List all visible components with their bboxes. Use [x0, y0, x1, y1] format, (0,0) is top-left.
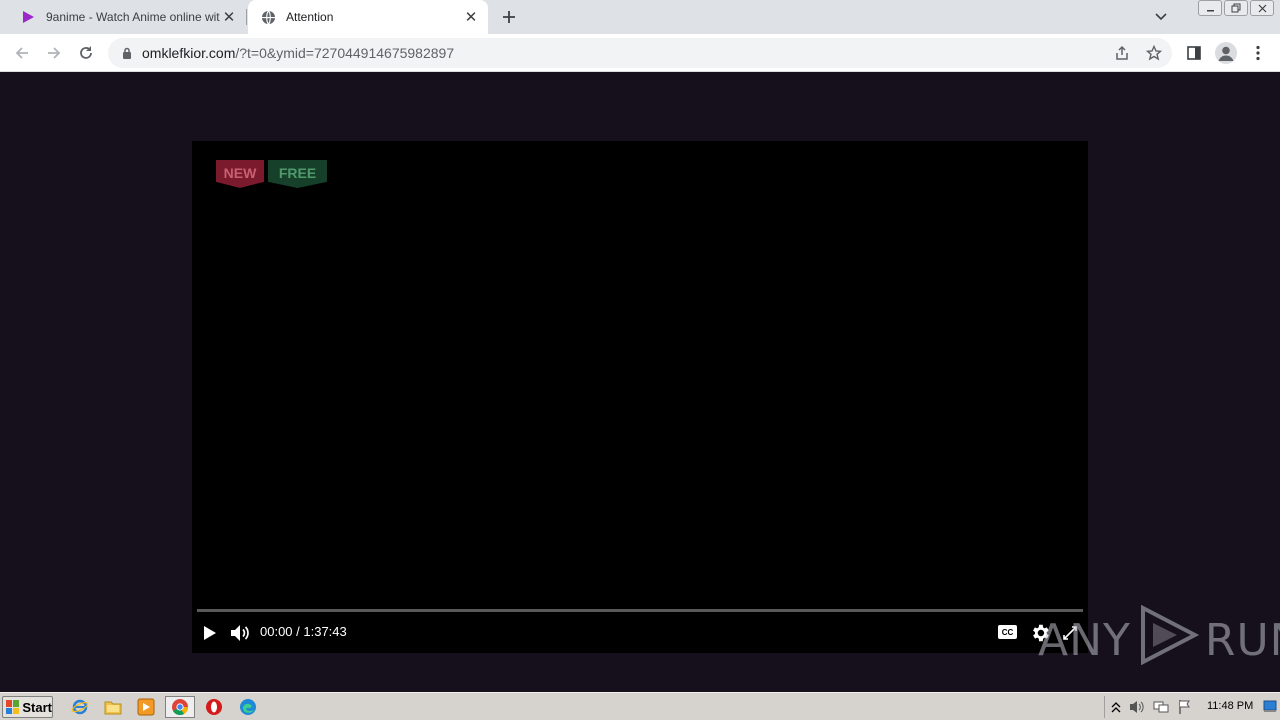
- progress-bar[interactable]: [197, 609, 1083, 612]
- reload-icon[interactable]: [72, 39, 100, 67]
- opera-icon[interactable]: [202, 696, 226, 718]
- browser-toolbar: omklefkior.com/?t=0&ymid=727044914675982…: [0, 34, 1280, 72]
- tab-title: Attention: [286, 10, 334, 24]
- watermark-play-icon: [1137, 604, 1200, 676]
- play-icon[interactable]: [200, 621, 220, 645]
- bookmark-star-icon[interactable]: [1143, 42, 1165, 64]
- video-player[interactable]: NEW FREE 00:00 / 1:37:43 CC: [192, 141, 1088, 653]
- action-center-flag-icon[interactable]: [1177, 699, 1193, 720]
- side-panel-icon[interactable]: [1180, 39, 1208, 67]
- tab-separator: [246, 9, 247, 25]
- play-triangle-icon: [20, 9, 36, 25]
- player-controls: 00:00 / 1:37:43 CC: [192, 617, 1088, 647]
- captions-cc-button[interactable]: CC: [998, 625, 1017, 639]
- speaker-icon[interactable]: [1129, 699, 1145, 720]
- badge-free[interactable]: FREE: [268, 160, 327, 188]
- internet-explorer-icon[interactable]: [68, 696, 92, 718]
- start-label: Start: [22, 699, 52, 715]
- tab-strip: 9anime - Watch Anime online with DUB ✕ A…: [0, 0, 1280, 34]
- time-display: 00:00 / 1:37:43: [260, 624, 347, 639]
- window-close-icon[interactable]: [1250, 0, 1274, 16]
- globe-icon: [260, 9, 276, 25]
- share-icon[interactable]: [1111, 42, 1133, 64]
- file-explorer-icon[interactable]: [101, 696, 125, 718]
- edge-icon[interactable]: [236, 696, 260, 718]
- tab-9anime[interactable]: 9anime - Watch Anime online with DUB ✕: [8, 0, 246, 34]
- promo-badges: NEW FREE: [216, 160, 327, 188]
- profile-avatar-icon[interactable]: [1212, 39, 1240, 67]
- url-path: /?t=0&ymid=727044914675982897: [235, 45, 455, 61]
- close-icon[interactable]: ✕: [462, 8, 480, 26]
- watermark-right: RUN: [1204, 614, 1280, 666]
- network-icon[interactable]: [1153, 699, 1169, 720]
- minimize-icon[interactable]: [1198, 0, 1222, 16]
- media-player-icon[interactable]: [134, 696, 158, 718]
- tray-expand-icon[interactable]: [1111, 700, 1121, 718]
- badge-new[interactable]: NEW: [216, 160, 264, 188]
- anyrun-watermark: ANY RUN: [1038, 604, 1280, 672]
- watermark-left: ANY: [1038, 614, 1131, 666]
- show-desktop-icon[interactable]: [1263, 699, 1277, 718]
- tab-title: 9anime - Watch Anime online with DUB: [46, 10, 220, 24]
- lock-icon[interactable]: [120, 46, 134, 60]
- system-tray: 11:48 PM: [1104, 696, 1278, 718]
- restore-icon[interactable]: [1224, 0, 1248, 16]
- kebab-menu-icon[interactable]: [1244, 39, 1272, 67]
- volume-icon[interactable]: [229, 621, 251, 645]
- windows-logo-icon: [6, 700, 20, 714]
- windows-taskbar: Start 11:48 PM: [0, 692, 1280, 720]
- chrome-taskbar-icon[interactable]: [165, 696, 195, 718]
- tab-search-chevron-icon[interactable]: [1150, 7, 1172, 27]
- page-content: NEW FREE 00:00 / 1:37:43 CC: [0, 72, 1280, 692]
- clock[interactable]: 11:48 PM: [1207, 700, 1253, 712]
- avatar: [1215, 42, 1237, 64]
- start-button[interactable]: Start: [2, 696, 53, 718]
- address-bar[interactable]: omklefkior.com/?t=0&ymid=727044914675982…: [108, 38, 1172, 68]
- tab-attention[interactable]: Attention ✕: [248, 0, 488, 34]
- window-controls: [1198, 0, 1274, 18]
- close-icon[interactable]: ✕: [220, 8, 238, 26]
- back-arrow-icon[interactable]: [8, 39, 36, 67]
- url-text: omklefkior.com/?t=0&ymid=727044914675982…: [142, 45, 454, 61]
- url-host: omklefkior.com: [142, 45, 236, 61]
- new-tab-button[interactable]: [498, 6, 520, 28]
- forward-arrow-icon[interactable]: [40, 39, 68, 67]
